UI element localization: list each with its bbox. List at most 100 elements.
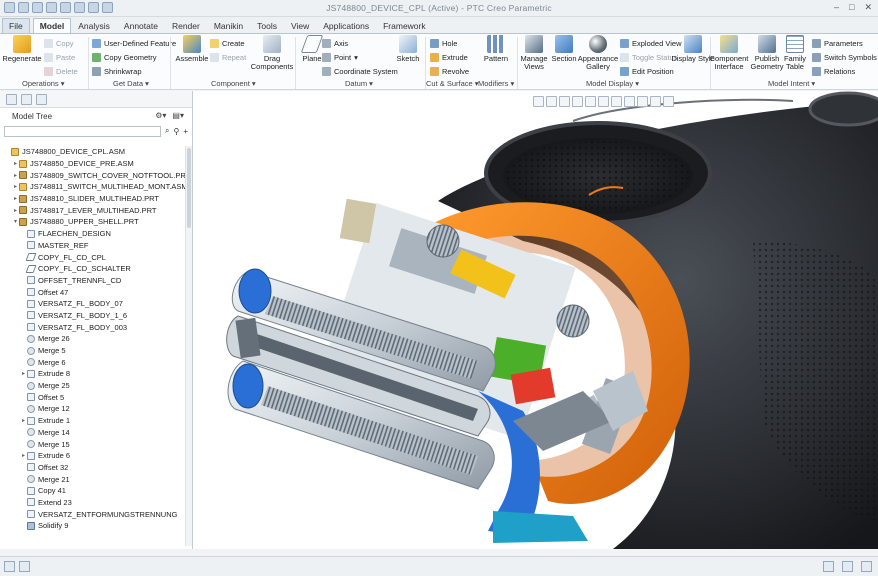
tree-item[interactable]: Merge 5 [0,345,186,357]
point-button[interactable]: Point ▾ [322,51,358,63]
tree-expander-icon[interactable]: ▸ [20,370,27,377]
tree-item[interactable]: ▸ JS748811_SWITCH_MULTIHEAD_MONT.ASM [0,181,186,193]
tree-item[interactable]: VERSATZ_ENTFORMUNGSTRENNUNG [0,508,186,520]
csys-button[interactable]: Coordinate System [322,65,398,77]
modifiers-group-label[interactable]: Modifiers ▾ [478,79,514,88]
tree-expander-icon[interactable]: ▸ [12,195,19,202]
operations-group-label[interactable]: Operations ▾ [22,79,65,88]
tab-manikin[interactable]: Manikin [207,18,250,33]
tab-view[interactable]: View [284,18,316,33]
tree-item[interactable]: OFFSET_TRENNFL_CD [0,275,186,287]
tree-item[interactable]: Merge 25 [0,380,186,392]
navigator-toggle-icon[interactable] [4,561,15,572]
close-icon[interactable]: ✕ [864,2,872,13]
show-menu-icon[interactable]: ▤▾ [172,111,184,120]
udf-button[interactable]: User-Defined Feature [92,37,176,49]
drag-components-button[interactable]: Drag Components [250,35,294,71]
tree-item[interactable]: VERSATZ_FL_BODY_003 [0,321,186,333]
browser-toggle-icon[interactable] [19,561,30,572]
datum-display-icon[interactable] [637,96,648,107]
tree-item[interactable]: Merge 26 [0,333,186,345]
tree-item[interactable]: Offset 32 [0,462,186,474]
create-button[interactable]: Create [210,37,245,49]
tree-item[interactable]: Extend 23 [0,497,186,509]
minimize-icon[interactable]: – [834,2,839,13]
folder-browser-tab-icon[interactable] [21,93,32,105]
tree-item[interactable]: COPY_FL_CD_SCHALTER [0,263,186,275]
get-data-group-label[interactable]: Get Data ▾ [113,79,149,88]
toggle-status-button[interactable]: Toggle Status [620,51,677,63]
tree-expander-icon[interactable]: ▸ [20,417,27,424]
tree-item[interactable]: Offset 47 [0,286,186,298]
refit-icon[interactable] [533,96,544,107]
display-style-icon[interactable] [585,96,596,107]
graphics-window[interactable] [193,91,878,549]
switch-symbols-button[interactable]: Switch Symbols [812,51,877,63]
sketch-button[interactable]: Sketch [386,35,430,63]
filter-icon[interactable]: ⚲ [173,127,179,136]
assemble-button[interactable]: Assemble [170,35,214,63]
zoom-out-icon[interactable] [559,96,570,107]
hole-button[interactable]: Hole [430,37,457,49]
full-screen-icon[interactable] [842,561,853,572]
binoculars-icon[interactable]: ⌕ [165,126,169,136]
spin-center-icon[interactable] [663,96,674,107]
view-manager-icon[interactable] [611,96,622,107]
tree-item[interactable]: ▸ JS748809_SWITCH_COVER_NOTFTOOL.PRT [0,169,186,181]
axis-button[interactable]: Axis [322,37,348,49]
tree-item[interactable]: ▸ Extrude 6 [0,450,186,462]
family-table-button[interactable]: Family Table [776,35,814,71]
tree-item[interactable]: ▸ JS748850_DEVICE_PRE.ASM [0,158,186,170]
relations-button[interactable]: Relations [812,65,855,77]
tree-item[interactable]: ▸ Extrude 8 [0,368,186,380]
tab-applications[interactable]: Applications [316,18,376,33]
tree-settings-icon[interactable]: ⚙▾ [155,111,166,120]
paste-button[interactable]: Paste [44,51,75,63]
shrinkwrap-button[interactable]: Shrinkwrap [92,65,142,77]
component-group-label[interactable]: Component ▾ [211,79,256,88]
tree-item[interactable]: ▸ JS748817_LEVER_MULTIHEAD.PRT [0,204,186,216]
perspective-icon[interactable] [624,96,635,107]
zoom-in-icon[interactable] [546,96,557,107]
tree-scrollbar[interactable] [185,146,192,546]
tree-item[interactable]: Merge 15 [0,438,186,450]
graphics-toolbar-toggle-icon[interactable] [861,561,872,572]
tree-item[interactable]: JS748800_DEVICE_CPL.ASM [0,146,186,158]
extrude-button[interactable]: Extrude [430,51,468,63]
tree-item[interactable]: ▸ Extrude 1 [0,415,186,427]
favorites-tab-icon[interactable] [36,93,47,105]
tree-item[interactable]: Merge 6 [0,356,186,368]
tree-item[interactable]: COPY_FL_CD_CPL [0,251,186,263]
tree-item[interactable]: MASTER_REF [0,240,186,252]
tab-annotate[interactable]: Annotate [117,18,165,33]
tree-expander-icon[interactable]: ▸ [12,160,19,167]
tree-item[interactable]: VERSATZ_FL_BODY_07 [0,298,186,310]
model-render[interactable] [193,91,878,549]
tree-item[interactable]: VERSATZ_FL_BODY_1_6 [0,310,186,322]
parameters-button[interactable]: Parameters [812,37,863,49]
tree-search-input[interactable] [4,125,161,137]
annotation-display-icon[interactable] [650,96,661,107]
model-display-group-label[interactable]: Model Display ▾ [586,79,639,88]
add-column-icon[interactable]: + [183,127,188,136]
revolve-button[interactable]: Revolve [430,65,469,77]
tree-scrollbar-thumb[interactable] [187,148,191,228]
tree-expander-icon[interactable]: ▸ [12,207,19,214]
tree-expander-icon[interactable]: ▸ [12,183,19,190]
tree-item[interactable]: Merge 21 [0,473,186,485]
tree-expander-icon[interactable]: ▸ [20,452,27,459]
tab-framework[interactable]: Framework [376,18,433,33]
tab-model[interactable]: Model [32,18,72,33]
delete-button[interactable]: Delete [44,65,78,77]
saved-orientations-icon[interactable] [598,96,609,107]
tree-item[interactable]: Merge 12 [0,403,186,415]
appearance-gallery-button[interactable]: Appearance Gallery [576,35,620,71]
tree-item[interactable]: Offset 5 [0,391,186,403]
tree-expander-icon[interactable]: ▾ [12,218,19,225]
repeat-button[interactable]: Repeat [210,51,246,63]
model-intent-group-label[interactable]: Model Intent ▾ [768,79,815,88]
tree-expander-icon[interactable]: ▸ [12,172,19,179]
tree-item[interactable]: Merge 14 [0,427,186,439]
tab-render[interactable]: Render [165,18,207,33]
maximize-icon[interactable]: □ [849,2,854,13]
